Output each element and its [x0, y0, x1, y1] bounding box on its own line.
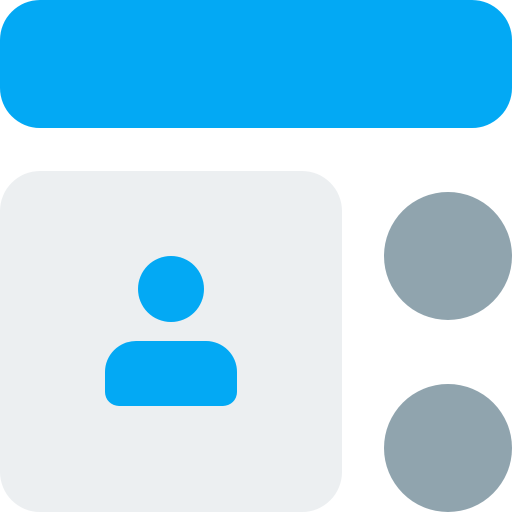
user-icon: [105, 256, 237, 406]
dot-icon-bottom: [384, 384, 512, 512]
header-bar: [0, 0, 512, 128]
user-head: [138, 256, 204, 322]
user-body: [105, 341, 237, 406]
profile-layout-icon: [0, 0, 512, 512]
dot-icon-top: [384, 192, 512, 320]
